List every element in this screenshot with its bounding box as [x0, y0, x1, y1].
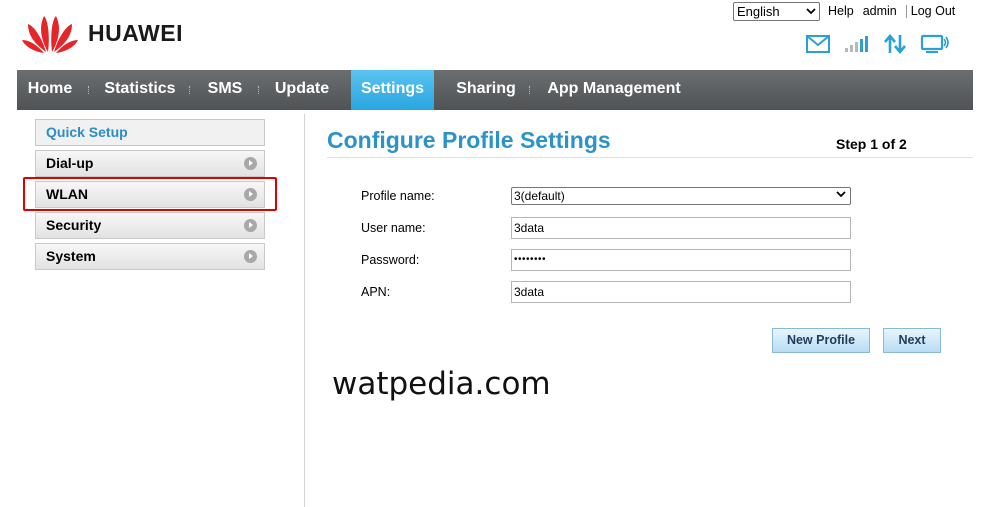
- data-transfer-icon: [884, 33, 906, 59]
- chevron-right-icon: [244, 250, 257, 263]
- watermark-text: watpedia.com: [332, 366, 551, 402]
- nav-settings[interactable]: Settings: [351, 70, 434, 110]
- nav-separator: [88, 86, 89, 94]
- link-divider: [905, 5, 907, 18]
- status-icons: [806, 33, 964, 59]
- nav-home[interactable]: Home: [17, 70, 83, 110]
- step-indicator: Step 1 of 2: [836, 136, 907, 152]
- language-select[interactable]: English: [733, 2, 820, 21]
- nav-statistics[interactable]: Statistics: [97, 70, 183, 110]
- title-divider: [327, 157, 973, 158]
- huawei-logo: HUAWEI: [22, 12, 183, 54]
- chevron-right-icon: [244, 219, 257, 232]
- logout-link[interactable]: Log Out: [911, 4, 955, 18]
- content-divider: [304, 114, 305, 507]
- huawei-flower-icon: [22, 16, 78, 53]
- password-label: Password:: [361, 253, 420, 267]
- help-link[interactable]: Help: [828, 4, 854, 18]
- nav-app-management[interactable]: App Management: [539, 70, 689, 110]
- profile-name-label: Profile name:: [361, 189, 435, 203]
- chevron-down-icon: [836, 191, 846, 198]
- nav-sms[interactable]: SMS: [198, 70, 252, 110]
- user-name: admin: [862, 4, 897, 18]
- top-links: Help admin Log Out: [828, 4, 955, 18]
- profile-name-select[interactable]: 3(default): [511, 187, 851, 205]
- sidebar-item-system[interactable]: System: [35, 243, 265, 270]
- profile-name-value: 3(default): [514, 189, 565, 203]
- sidebar-item-label: Security: [46, 217, 102, 233]
- nav-sharing[interactable]: Sharing: [447, 70, 525, 110]
- chevron-right-icon: [244, 157, 257, 170]
- brand-name: HUAWEI: [88, 19, 183, 46]
- nav-separator: [189, 86, 190, 94]
- sidebar-item-dial-up[interactable]: Dial-up: [35, 150, 265, 177]
- nav-update[interactable]: Update: [267, 70, 337, 110]
- user-name-label: User name:: [361, 221, 426, 235]
- envelope-icon[interactable]: [806, 35, 830, 58]
- password-input[interactable]: ••••••••: [511, 249, 851, 271]
- chevron-down-icon: [806, 8, 816, 15]
- sidebar-item-label: Quick Setup: [46, 124, 128, 140]
- apn-input[interactable]: 3data: [511, 281, 851, 303]
- wlan-highlight-box: [23, 177, 277, 211]
- sidebar-item-label: Dial-up: [46, 155, 94, 171]
- page-title: Configure Profile Settings: [327, 127, 611, 153]
- signal-icon: [844, 36, 870, 57]
- next-button[interactable]: Next: [883, 328, 941, 353]
- main-nav: Home Statistics SMS Update Settings Shar…: [17, 70, 973, 110]
- new-profile-button[interactable]: New Profile: [772, 328, 870, 353]
- sidebar-item-quick-setup[interactable]: Quick Setup: [35, 119, 265, 146]
- nav-separator: [258, 86, 259, 94]
- language-value: English: [737, 4, 780, 19]
- nav-separator: [529, 86, 530, 94]
- sidebar-item-security[interactable]: Security: [35, 212, 265, 239]
- user-name-input[interactable]: 3data: [511, 217, 851, 239]
- sidebar-item-label: System: [46, 248, 96, 264]
- monitor-icon: [920, 34, 950, 59]
- apn-label: APN:: [361, 285, 391, 299]
